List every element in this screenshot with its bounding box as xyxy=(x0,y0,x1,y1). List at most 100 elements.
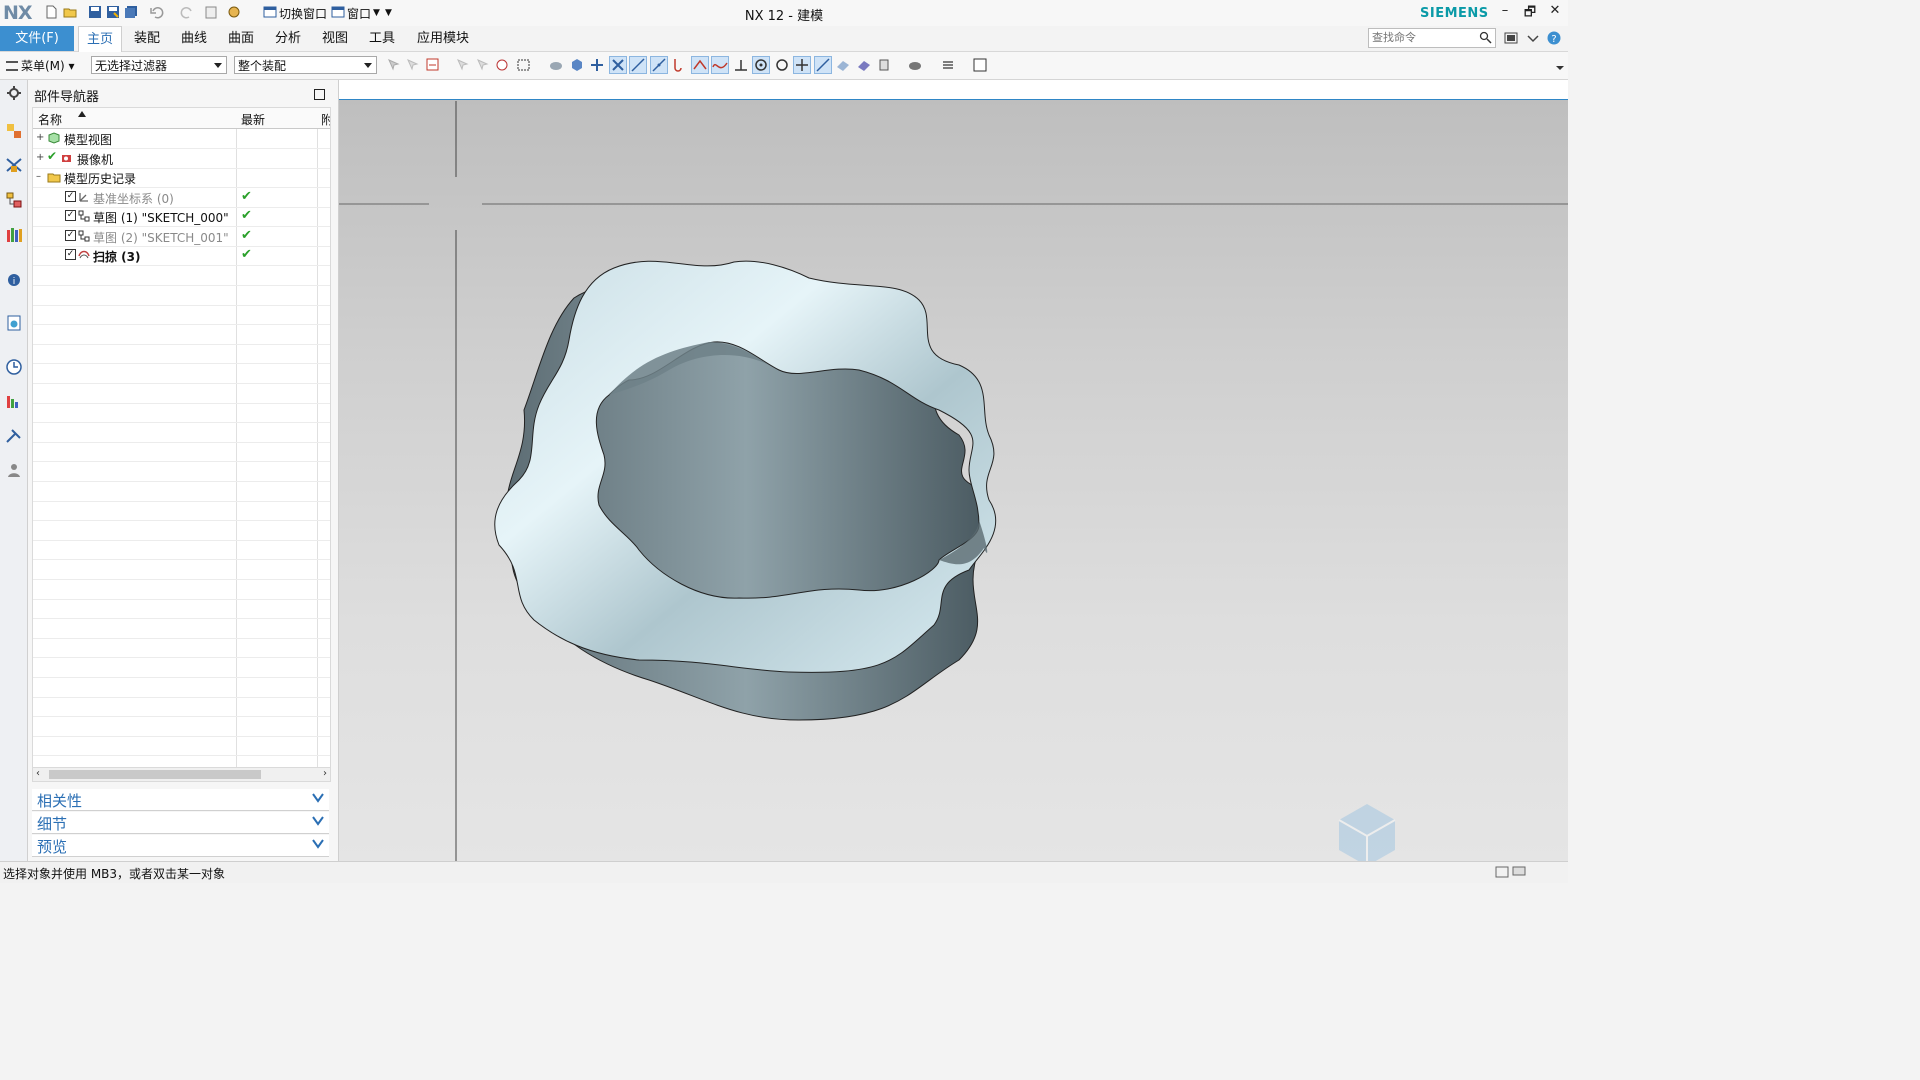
type-filter-icon[interactable] xyxy=(425,57,441,73)
graphics-window[interactable] xyxy=(339,80,1568,861)
snap-enable-icon[interactable] xyxy=(609,56,627,74)
tree-row-sweep-3[interactable]: ✓ 扫掠 (3) ✔ xyxy=(33,246,330,266)
expand-icon[interactable]: + xyxy=(36,133,45,143)
snap-existing-point-icon[interactable] xyxy=(793,56,811,74)
snap-point-on-face-icon[interactable] xyxy=(835,57,851,73)
select-group-icon[interactable] xyxy=(494,57,510,73)
snap-midpoint-icon[interactable] xyxy=(650,56,668,74)
status-monitor-icon[interactable] xyxy=(1512,866,1526,878)
ribbon-window-icon[interactable] xyxy=(1503,30,1519,46)
snap-arc-center-icon[interactable] xyxy=(752,56,770,74)
tree-row-model-views[interactable]: + 模型视图 xyxy=(33,129,330,149)
graphics-canvas[interactable] xyxy=(339,80,1568,861)
section-details[interactable]: 细节 xyxy=(32,812,329,834)
select-body-icon[interactable] xyxy=(548,57,564,73)
manufacturing-wizard-icon[interactable] xyxy=(5,427,23,445)
empty-tree-row xyxy=(33,619,330,639)
snap-pole-icon[interactable] xyxy=(876,57,892,73)
part-navigator-icon[interactable] xyxy=(5,191,23,209)
empty-tree-row xyxy=(33,462,330,482)
render-style-icon[interactable] xyxy=(972,57,988,73)
status-window-icon[interactable] xyxy=(1495,866,1509,878)
process-studio-icon[interactable] xyxy=(5,393,23,411)
feature-checkbox[interactable]: ✓ xyxy=(65,191,76,202)
close-button[interactable]: ✕ xyxy=(1545,3,1565,21)
constraint-navigator-icon[interactable] xyxy=(5,156,23,174)
tab-tools[interactable]: 工具 xyxy=(361,26,403,51)
general-selection-icon[interactable] xyxy=(386,57,402,73)
tab-assembly[interactable]: 装配 xyxy=(126,26,168,51)
command-search[interactable] xyxy=(1368,28,1496,48)
feature-checkbox[interactable]: ✓ xyxy=(65,230,76,241)
swept-ring-body[interactable] xyxy=(494,260,997,721)
feature-checkbox[interactable]: ✓ xyxy=(65,210,76,221)
tab-curve[interactable]: 曲线 xyxy=(173,26,215,51)
tree-row-model-history[interactable]: – 模型历史记录 xyxy=(33,168,330,188)
select-linked-icon[interactable] xyxy=(455,57,471,73)
feature-checkbox[interactable]: ✓ xyxy=(65,249,76,260)
help-icon[interactable]: ? xyxy=(1546,30,1562,46)
file-tab[interactable]: 文件(F) xyxy=(0,26,74,51)
snap-perpendicular-icon[interactable] xyxy=(733,57,749,73)
settings-gear-icon[interactable] xyxy=(5,84,23,102)
tree-row-datum-csys[interactable]: ✓ 基准坐标系 (0) ✔ xyxy=(33,188,330,208)
tree-row-sketch-2[interactable]: ✓ 草图 (2) "SKETCH_001" ✔ xyxy=(33,227,330,247)
tab-home[interactable]: 主页 xyxy=(78,26,123,52)
section-preview[interactable]: 预览 xyxy=(32,835,329,857)
tab-analysis[interactable]: 分析 xyxy=(267,26,309,51)
section-label: 预览 xyxy=(37,838,68,856)
select-feature-icon[interactable] xyxy=(405,57,421,73)
rectangle-select-icon[interactable] xyxy=(516,57,532,73)
search-icon[interactable] xyxy=(1479,31,1492,44)
tab-surface[interactable]: 曲面 xyxy=(220,26,262,51)
empty-tree-row xyxy=(33,658,330,678)
selection-scope-dropdown[interactable]: 整个装配 xyxy=(234,56,377,74)
column-latest-header[interactable]: 最新 xyxy=(241,111,265,128)
tab-applications[interactable]: 应用模块 xyxy=(409,26,477,51)
web-browser-icon[interactable] xyxy=(5,314,23,332)
scroll-left-icon[interactable]: ‹ xyxy=(36,768,40,779)
view-orientation-icon[interactable] xyxy=(907,57,923,73)
snap-quadrant-icon[interactable] xyxy=(774,57,790,73)
toolbar-options-icon[interactable] xyxy=(1552,57,1568,73)
hd3d-tools-icon[interactable]: i xyxy=(5,270,23,288)
tab-view[interactable]: 视图 xyxy=(314,26,356,51)
maximize-panel-icon[interactable] xyxy=(314,89,325,100)
restore-button[interactable]: 🗗 xyxy=(1520,3,1540,21)
tree-row-sketch-1[interactable]: ✓ 草图 (1) "SKETCH_000" ✔ xyxy=(33,207,330,227)
expand-icon[interactable]: + xyxy=(36,153,45,163)
snap-endpoint-icon[interactable] xyxy=(629,56,647,74)
select-solid-icon[interactable] xyxy=(569,57,585,73)
visible-check-icon[interactable]: ✔ xyxy=(47,149,57,163)
snap-control-icon[interactable] xyxy=(671,57,687,73)
menu-button[interactable]: 菜单(M) ▾ xyxy=(6,57,75,74)
snap-bounded-grid-icon[interactable] xyxy=(856,57,872,73)
column-name-header[interactable]: 名称 xyxy=(38,111,62,128)
select-upstream-icon[interactable] xyxy=(475,57,491,73)
role-icon[interactable] xyxy=(5,461,23,479)
collapse-icon[interactable]: – xyxy=(36,172,45,182)
snap-intersection-icon[interactable] xyxy=(691,56,709,74)
snap-curve-icon[interactable] xyxy=(711,56,729,74)
layer-icon[interactable] xyxy=(940,57,956,73)
snap-point-on-curve-icon[interactable] xyxy=(814,56,832,74)
horizontal-scrollbar[interactable]: ‹ › xyxy=(32,767,331,782)
empty-tree-row xyxy=(33,403,330,424)
column-attached-header[interactable]: 附 xyxy=(321,111,330,128)
datum-csys-icon xyxy=(79,193,88,202)
ribbon-collapse-icon[interactable] xyxy=(1525,30,1541,46)
command-search-input[interactable] xyxy=(1369,29,1479,45)
up-to-date-check-icon: ✔ xyxy=(241,228,252,243)
empty-tree-row xyxy=(33,364,330,384)
assembly-navigator-icon[interactable] xyxy=(5,122,23,140)
minimize-button[interactable]: – xyxy=(1495,3,1515,21)
selection-filter-dropdown[interactable]: 无选择过滤器 xyxy=(91,56,227,74)
scroll-right-icon[interactable]: › xyxy=(323,768,327,779)
section-dependencies[interactable]: 相关性 xyxy=(32,789,329,811)
scroll-thumb[interactable] xyxy=(49,770,261,779)
select-component-icon[interactable] xyxy=(589,57,605,73)
tree-row-cameras[interactable]: + ✔ 摄像机 xyxy=(33,149,330,169)
reuse-library-icon[interactable] xyxy=(5,226,23,244)
history-clock-icon[interactable] xyxy=(5,358,23,376)
part-navigator-tree[interactable]: 名称 最新 附 + 模型视图 + ✔ 摄像机 – 模型历史记录 ✓ 基准坐标 xyxy=(32,107,331,769)
